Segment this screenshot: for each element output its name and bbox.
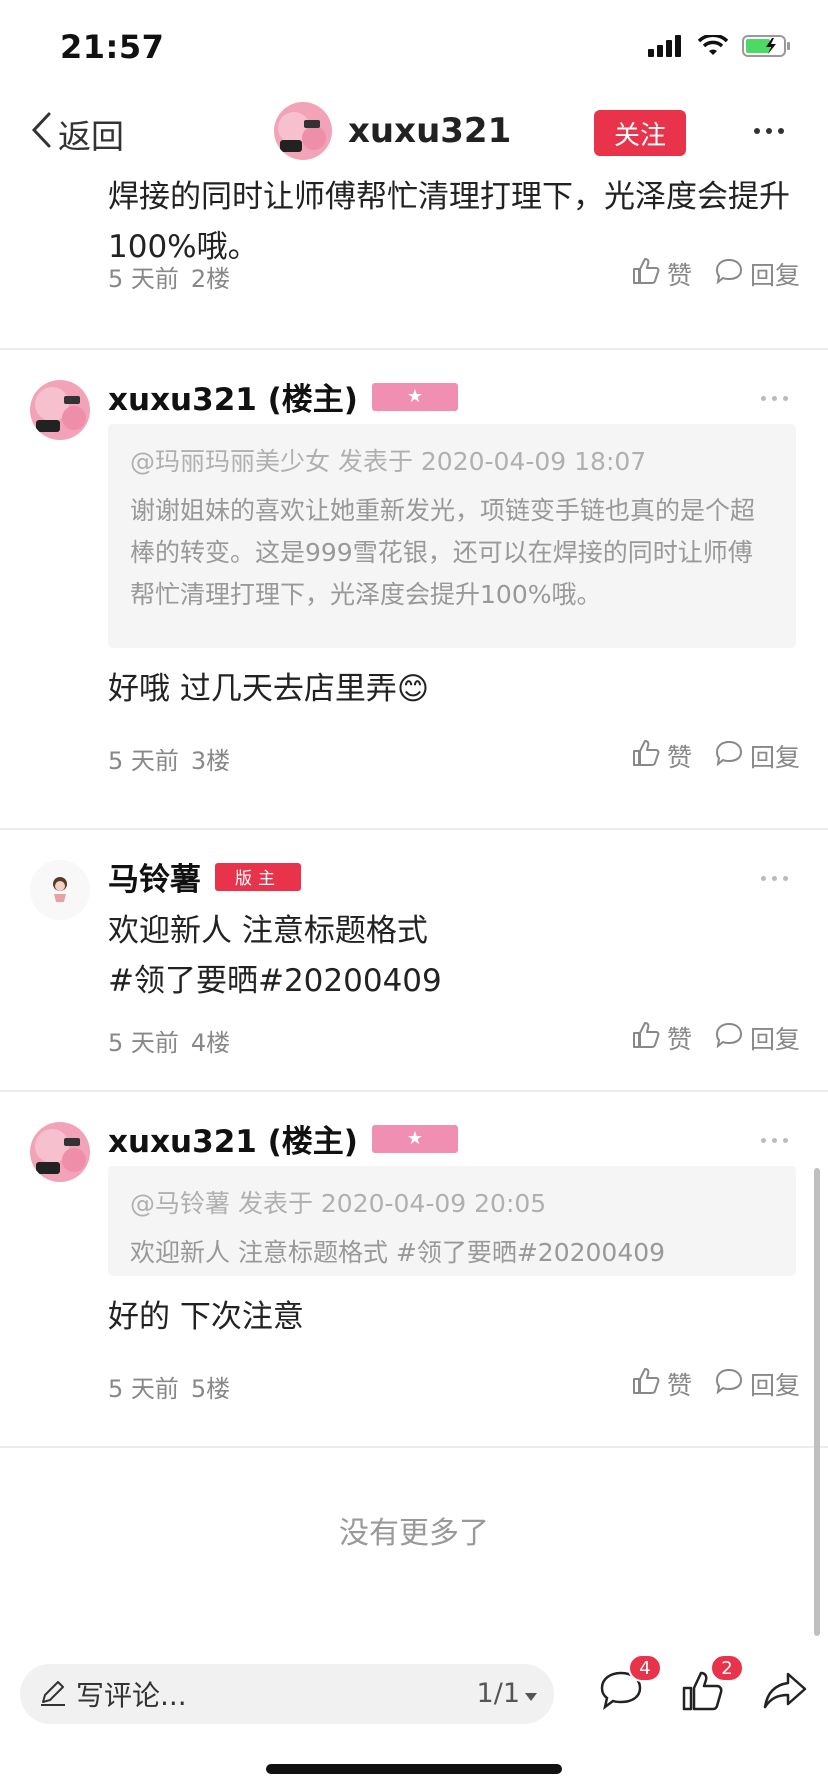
divider xyxy=(0,828,828,830)
author-name[interactable]: 马铃薯 xyxy=(108,854,201,899)
owner-badge: ★ xyxy=(371,1124,458,1153)
floor-number: 5楼 xyxy=(190,1374,231,1403)
home-indicator xyxy=(266,1764,562,1774)
caret-down-icon xyxy=(524,1678,538,1709)
quote-box: @马铃薯 发表于 2020-04-09 20:05 欢迎新人 注意标题格式 #领… xyxy=(108,1166,796,1276)
thumb-up-icon xyxy=(631,738,661,774)
nav-bar: 返回 xuxu321 关注 xyxy=(0,96,828,172)
like-button[interactable]: 赞 xyxy=(631,1020,692,1056)
thumb-up-icon xyxy=(631,1020,661,1056)
wifi-icon xyxy=(697,33,729,61)
quote-box: @玛丽玛丽美少女 发表于 2020-04-09 18:07 谢谢姐妹的喜欢让她重… xyxy=(108,424,796,648)
time-ago: 5 天前 xyxy=(108,1374,179,1403)
back-button[interactable]: 返回 xyxy=(30,110,124,158)
time-ago: 5 天前 xyxy=(108,264,179,293)
floor-number: 2楼 xyxy=(190,264,231,293)
share-button[interactable] xyxy=(762,1668,812,1718)
like-button[interactable]: 赞 xyxy=(631,738,692,774)
floor-number: 4楼 xyxy=(190,1028,231,1057)
divider xyxy=(0,348,828,350)
reply-bubble-icon xyxy=(714,1021,744,1055)
comment-icon xyxy=(598,1671,644,1718)
author-name[interactable]: xuxu321 (楼主) xyxy=(108,374,358,419)
like-label: 赞 xyxy=(666,261,692,290)
like-post-button[interactable]: 2 xyxy=(680,1654,744,1718)
thumb-up-icon xyxy=(631,256,661,292)
status-bar: 21:57 xyxy=(0,0,828,96)
moderator-badge: 版主 xyxy=(215,862,301,891)
comment-line: #领了要晒#20200409 xyxy=(108,963,442,999)
reply-label: 回复 xyxy=(749,261,800,290)
author-row: 马铃薯 版主 xyxy=(108,854,301,899)
bottom-bar: 写评论... 1/1 4 2 xyxy=(0,1650,828,1740)
comment-line: 欢迎新人 注意标题格式 xyxy=(108,913,428,949)
reply-label: 回复 xyxy=(749,743,800,772)
author-row: xuxu321 (楼主) ★ xyxy=(108,1116,458,1161)
nav-username: xuxu321 xyxy=(348,111,512,151)
like-icon xyxy=(680,1671,726,1718)
avatar[interactable] xyxy=(30,380,90,440)
comment-input[interactable]: 写评论... 1/1 xyxy=(20,1664,554,1724)
status-icons xyxy=(648,33,792,62)
status-time: 21:57 xyxy=(60,28,165,66)
more-icon[interactable] xyxy=(761,1138,788,1143)
follow-button[interactable]: 关注 xyxy=(594,110,686,156)
scrollbar[interactable] xyxy=(814,1168,820,1636)
like-button[interactable]: 赞 xyxy=(631,256,692,292)
comment-button[interactable]: 4 xyxy=(598,1654,662,1718)
quote-body: 谢谢姐妹的喜欢让她重新发光，项链变手链也真的是个超棒的转变。这是999雪花银，还… xyxy=(130,496,756,609)
nav-user[interactable]: xuxu321 xyxy=(274,102,511,160)
comment-placeholder: 写评论... xyxy=(76,1679,187,1712)
comment-text: 欢迎新人 注意标题格式 #领了要晒#20200409 xyxy=(108,906,798,1006)
avatar[interactable] xyxy=(30,860,90,920)
floor-number: 3楼 xyxy=(190,746,231,775)
post-meta: 5 天前 2楼 赞 回复 xyxy=(108,256,800,296)
no-more-text: 没有更多了 xyxy=(339,1516,489,1551)
comment-text: 好的 下次注意 xyxy=(108,1299,304,1335)
page-indicator-text: 1/1 xyxy=(476,1678,520,1709)
divider xyxy=(0,1090,828,1092)
owner-badge: ★ xyxy=(371,382,458,411)
reply-button[interactable]: 回复 xyxy=(714,256,800,292)
reply-bubble-icon xyxy=(714,1367,744,1401)
quote-body: 欢迎新人 注意标题格式 #领了要晒#20200409 xyxy=(130,1238,666,1267)
quote-head: @马铃薯 发表于 2020-04-09 20:05 xyxy=(130,1189,547,1218)
battery-icon xyxy=(742,34,792,62)
divider xyxy=(0,1446,828,1448)
like-label: 赞 xyxy=(666,1371,692,1400)
reply-label: 回复 xyxy=(749,1025,800,1054)
time-ago: 5 天前 xyxy=(108,746,179,775)
reply-label: 回复 xyxy=(749,1371,800,1400)
author-row: xuxu321 (楼主) ★ xyxy=(108,374,458,419)
more-icon[interactable] xyxy=(761,396,788,401)
like-button[interactable]: 赞 xyxy=(631,1366,692,1402)
back-chevron-icon xyxy=(30,111,52,157)
reply-button[interactable]: 回复 xyxy=(714,1020,800,1056)
like-label: 赞 xyxy=(666,743,692,772)
time-ago: 5 天前 xyxy=(108,1028,179,1057)
quote-head: @玛丽玛丽美少女 发表于 2020-04-09 18:07 xyxy=(130,447,647,476)
signal-icon xyxy=(648,35,684,61)
more-icon[interactable] xyxy=(754,128,784,134)
pencil-icon xyxy=(38,1677,68,1711)
comment-count-badge: 4 xyxy=(628,1654,662,1682)
reply-button[interactable]: 回复 xyxy=(714,738,800,774)
avatar[interactable] xyxy=(274,102,332,160)
back-label: 返回 xyxy=(58,117,124,156)
author-name[interactable]: xuxu321 (楼主) xyxy=(108,1116,358,1161)
reply-bubble-icon xyxy=(714,739,744,773)
thumb-up-icon xyxy=(631,1366,661,1402)
share-icon xyxy=(762,1672,808,1718)
like-label: 赞 xyxy=(666,1025,692,1054)
avatar[interactable] xyxy=(30,1122,90,1182)
like-count-badge: 2 xyxy=(710,1654,744,1682)
post-meta: 5 天前 3楼 赞 回复 xyxy=(108,738,800,778)
post-meta: 5 天前 5楼 赞 回复 xyxy=(108,1366,800,1406)
page-indicator[interactable]: 1/1 xyxy=(477,1678,538,1709)
comment-text: 好哦 过几天去店里弄😊 xyxy=(108,671,430,707)
reply-button[interactable]: 回复 xyxy=(714,1366,800,1402)
more-icon[interactable] xyxy=(761,876,788,881)
reply-bubble-icon xyxy=(714,257,744,291)
post-meta: 5 天前 4楼 赞 回复 xyxy=(108,1020,800,1060)
